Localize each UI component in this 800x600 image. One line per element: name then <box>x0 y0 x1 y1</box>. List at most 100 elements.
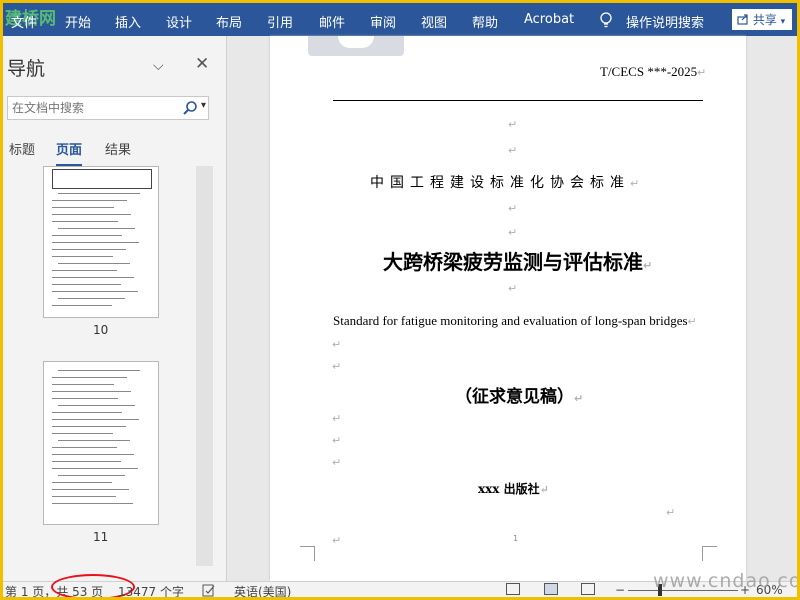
thumbnail-text-line <box>58 440 130 441</box>
tab-review[interactable]: 审阅 <box>370 12 396 31</box>
thumbnail-text-line <box>58 298 125 299</box>
web-layout-icon[interactable] <box>581 583 595 595</box>
tab-mailings[interactable]: 邮件 <box>319 12 345 31</box>
paragraph-mark: ↵ <box>666 506 676 519</box>
page-thumbnail[interactable] <box>43 361 159 525</box>
tab-home[interactable]: 开始 <box>65 12 91 31</box>
chevron-down-icon[interactable]: ▾ <box>201 100 206 111</box>
site-watermark: www.cndao.com <box>653 570 797 592</box>
paragraph-mark: ↵ <box>508 144 518 157</box>
thumbnail-text-line <box>52 412 122 413</box>
thumbnail-text-line <box>52 200 127 201</box>
chevron-down-icon: ▾ <box>780 17 786 27</box>
publisher-name: xxx 出版社↵ <box>478 482 549 496</box>
organization-name: 中国工程建设标准化协会标准↵ <box>370 175 646 191</box>
document-title-en: Standard for fatigue monitoring and eval… <box>333 313 697 328</box>
thumbnail-text-line <box>52 461 121 462</box>
read-mode-icon[interactable] <box>506 583 520 595</box>
tab-file[interactable]: 文件 <box>11 12 37 31</box>
nav-pane-scrollbar[interactable] <box>196 166 213 566</box>
tell-me-label: 操作说明搜索 <box>626 16 705 31</box>
thumbnail-text-line <box>52 489 129 490</box>
thumbnail-text-line <box>58 228 135 229</box>
paragraph-mark: ↵ <box>332 338 342 351</box>
footer-page-number: 1 <box>513 534 519 543</box>
print-layout-icon[interactable] <box>544 583 558 595</box>
thumbnail-text-line <box>52 207 114 208</box>
draft-label: （征求意见稿）↵ <box>455 387 584 407</box>
thumbnail-text-line <box>52 503 133 504</box>
thumbnail-text-line <box>58 475 125 476</box>
thumbnail-text-line <box>52 249 126 250</box>
language-indicator[interactable]: 英语(美国) <box>234 583 291 597</box>
thumbnail-text-line <box>52 377 127 378</box>
close-icon[interactable]: ✕ <box>195 54 209 74</box>
word-window: 建桥网 文件 开始 插入 设计 布局 引用 邮件 审阅 视图 帮助 Acroba… <box>3 3 797 597</box>
thumbnail-text-line <box>52 391 131 392</box>
thumbnail-text-line <box>52 291 138 292</box>
tab-help[interactable]: 帮助 <box>472 12 498 31</box>
page-thumbnail[interactable] <box>43 166 159 318</box>
document-title-zh: 大跨桥梁疲劳监测与评估标准↵ <box>383 250 653 274</box>
document-logo <box>308 36 404 56</box>
tab-view[interactable]: 视图 <box>421 12 447 31</box>
zoom-out-button[interactable]: − <box>615 583 625 597</box>
thumbnail-text-line <box>52 496 116 497</box>
paragraph-mark: ↵ <box>332 412 342 425</box>
chevron-down-icon[interactable]: ⌵ <box>153 58 164 74</box>
tab-layout[interactable]: 布局 <box>216 12 242 31</box>
thumbnail-text-line <box>58 263 130 264</box>
thumbnail-table <box>52 169 152 189</box>
thumbnail-text-line <box>58 405 135 406</box>
lightbulb-icon <box>600 12 612 28</box>
magnifier-icon[interactable] <box>182 100 198 116</box>
tab-insert[interactable]: 插入 <box>115 12 141 31</box>
document-page[interactable]: T/CECS ***-2025↵ ↵ ↵ 中国工程建设标准化协会标准↵ ↵ ↵ … <box>270 36 746 581</box>
thumbnail-text-line <box>52 221 118 222</box>
proofing-icon[interactable] <box>202 584 216 597</box>
tab-design[interactable]: 设计 <box>166 12 192 31</box>
paragraph-mark: ↵ <box>332 434 342 447</box>
nav-pane-title: 导航 <box>7 58 46 80</box>
thumbnail-text-line <box>52 426 126 427</box>
paragraph-mark: ↵ <box>332 456 342 469</box>
thumbnail-text-line <box>52 468 138 469</box>
nav-search-box[interactable]: ▾ <box>7 96 209 120</box>
thumbnail-text-line <box>52 482 112 483</box>
share-button[interactable]: 共享 ▾ <box>732 9 792 30</box>
header-rule <box>333 100 703 101</box>
paragraph-mark: ↵ <box>508 226 518 239</box>
tab-references[interactable]: 引用 <box>267 12 293 31</box>
thumbnail-page-number: 11 <box>93 530 109 544</box>
paragraph-mark: ↵ <box>332 360 342 373</box>
thumbnail-text-line <box>52 454 134 455</box>
document-area[interactable]: T/CECS ***-2025↵ ↵ ↵ 中国工程建设标准化协会标准↵ ↵ ↵ … <box>227 36 797 581</box>
thumbnail-text-line <box>52 235 122 236</box>
paragraph-mark: ↵ <box>332 534 342 547</box>
thumbnail-text-line <box>58 370 140 371</box>
thumbnail-text-line <box>52 270 117 271</box>
thumbnail-text-line <box>52 384 114 385</box>
crop-mark <box>300 546 315 561</box>
paragraph-mark: ↵ <box>508 202 518 215</box>
thumbnail-text-line <box>52 256 113 257</box>
thumbnail-text-line <box>52 214 131 215</box>
thumbnail-text-line <box>52 242 139 243</box>
standard-code: T/CECS ***-2025↵ <box>600 64 707 79</box>
share-icon <box>737 14 748 25</box>
paragraph-mark: ↵ <box>508 118 518 131</box>
crop-mark <box>702 546 717 561</box>
paragraph-mark: ↵ <box>508 282 518 295</box>
thumbnail-text-line <box>52 447 117 448</box>
thumbnail-text-line <box>52 277 134 278</box>
tab-pages[interactable]: 页面 <box>56 139 83 166</box>
word-count[interactable]: 13477 个字 <box>118 583 184 597</box>
nav-search-input[interactable] <box>12 99 172 117</box>
thumbnail-text-line <box>52 419 139 420</box>
tab-results[interactable]: 结果 <box>105 139 131 158</box>
tab-headings[interactable]: 标题 <box>9 139 35 158</box>
thumbnail-text-line <box>52 398 118 399</box>
thumbnail-text-line <box>58 193 140 194</box>
tab-acrobat[interactable]: Acrobat <box>524 12 574 27</box>
thumbnail-text-line <box>52 433 113 434</box>
